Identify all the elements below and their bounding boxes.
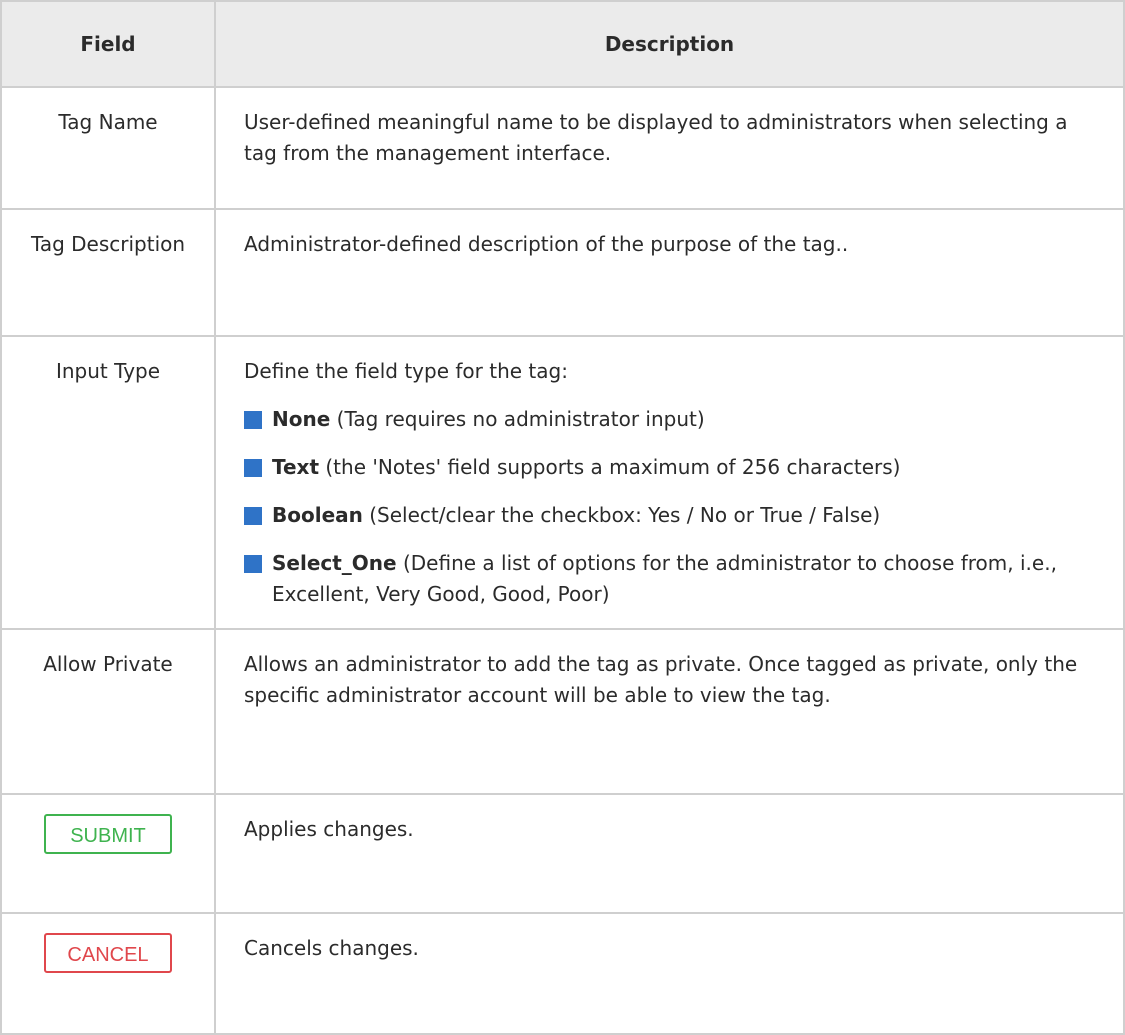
option-detail: (the 'Notes' field supports a maximum of…: [319, 455, 901, 479]
field-cancel: CANCEL: [0, 912, 216, 1035]
bullet-square-icon: [244, 459, 262, 477]
table-row: Tag Name User-defined meaningful name to…: [0, 86, 1125, 210]
field-allow-private: Allow Private: [0, 628, 216, 795]
option-detail: (Select/clear the checkbox: Yes / No or …: [362, 503, 881, 527]
bullet-square-icon: [244, 507, 262, 525]
bullet-square-icon: [244, 555, 262, 573]
description-submit: Applies changes.: [214, 793, 1125, 914]
option-name: None: [272, 407, 331, 431]
option-name: Select_One: [272, 551, 397, 575]
list-item: Text (the 'Notes' field supports a maxim…: [244, 452, 1097, 483]
option-name: Text: [272, 455, 320, 479]
submit-button[interactable]: SUBMIT: [44, 814, 172, 854]
cancel-button[interactable]: CANCEL: [44, 933, 172, 973]
table-row: CANCEL Cancels changes.: [0, 912, 1125, 1035]
list-item: Boolean (Select/clear the checkbox: Yes …: [244, 500, 1097, 531]
field-tag-description: Tag Description: [0, 208, 216, 337]
table-header-row: Field Description: [0, 0, 1125, 88]
field-description-table: Field Description Tag Name User-defined …: [0, 0, 1125, 1035]
list-item: None (Tag requires no administrator inpu…: [244, 404, 1097, 435]
header-field: Field: [0, 0, 216, 88]
header-description: Description: [214, 0, 1125, 88]
description-cancel: Cancels changes.: [214, 912, 1125, 1035]
input-type-options-list: None (Tag requires no administrator inpu…: [244, 404, 1097, 610]
list-item: Select_One (Define a list of options for…: [244, 548, 1097, 610]
table-row: Tag Description Administrator-defined de…: [0, 208, 1125, 337]
bullet-square-icon: [244, 411, 262, 429]
option-detail: (Tag requires no administrator input): [330, 407, 705, 431]
table-row: Allow Private Allows an administrator to…: [0, 628, 1125, 795]
field-tag-name: Tag Name: [0, 86, 216, 210]
field-input-type: Input Type: [0, 335, 216, 630]
description-tag-name: User-defined meaningful name to be displ…: [214, 86, 1125, 210]
table-row: SUBMIT Applies changes.: [0, 793, 1125, 914]
description-tag-description: Administrator-defined description of the…: [214, 208, 1125, 337]
option-name: Boolean: [272, 503, 363, 527]
description-input-type: Define the field type for the tag: None …: [214, 335, 1125, 630]
description-allow-private: Allows an administrator to add the tag a…: [214, 628, 1125, 795]
field-submit: SUBMIT: [0, 793, 216, 914]
table-row: Input Type Define the field type for the…: [0, 335, 1125, 630]
input-type-intro: Define the field type for the tag:: [244, 359, 568, 383]
